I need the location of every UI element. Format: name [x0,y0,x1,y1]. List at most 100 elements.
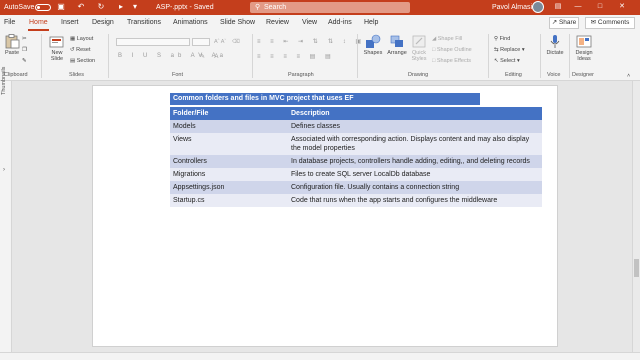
expand-thumbnails-icon[interactable]: › [3,167,5,173]
cut-icon[interactable]: ✂ [22,35,27,43]
table-cell[interactable]: In database projects, controllers handle… [288,155,542,168]
font-size-increase-icon[interactable]: Aˆ Aˇ [214,38,226,46]
search-box[interactable]: ⚲ Search [250,2,410,13]
shape-outline-button[interactable]: □ Shape Outline [432,46,472,54]
dictate-button[interactable]: Dictate [543,34,567,70]
table-cell[interactable]: Code that runs when the app starts and c… [288,194,542,207]
replace-button[interactable]: ⇆ Replace ▾ [494,46,525,54]
paragraph-list-row[interactable]: ≡ ≡ ⇤ ⇥ ⇅ [257,38,322,45]
quick-styles-button[interactable]: Quick Styles [407,34,431,70]
tab-home[interactable]: Home [28,18,49,31]
tab-insert[interactable]: Insert [61,18,79,28]
section-label: Section [76,58,96,64]
redo-icon[interactable]: ↻ [96,2,106,12]
tab-transitions[interactable]: Transitions [127,18,161,28]
share-button[interactable]: ↗ Share [549,17,579,29]
paste-button[interactable]: Paste [0,34,24,70]
thumbnails-pane[interactable]: › [0,81,12,352]
table-cell[interactable]: Startup.cs [170,194,288,207]
thumbnails-label: Thumbnails [1,66,7,95]
find-button[interactable]: ⚲ Find [494,35,510,43]
table-cell[interactable]: Controllers [170,155,288,168]
tab-add-ins[interactable]: Add-ins [328,18,352,28]
ribbon-tabs: File Home Insert Design Transitions Anim… [0,15,640,31]
clipboard-group-label: Clipboard [4,72,28,78]
shape-fill-label: Shape Fill [437,36,463,42]
undo-icon[interactable]: ↶ [76,2,86,12]
paragraph-align-row[interactable]: ≡ ≡ ≡ ≡ ▤ ▤ [257,53,335,60]
font-size-dropdown[interactable] [192,38,210,46]
font-color-row[interactable]: ✎ A [200,53,222,60]
replace-label: Replace [500,47,521,53]
new-slide-button[interactable]: New Slide [45,34,69,70]
table-cell[interactable]: Files to create SQL server LocalDb datab… [288,168,542,181]
autosave-label: AutoSave [4,4,35,11]
shape-outline-label: Shape Outline [436,47,472,53]
arrange-button[interactable]: Arrange [385,34,409,70]
new-slide-icon [49,36,64,48]
copy-icon[interactable]: ❐ [22,46,27,54]
table-cell[interactable]: Associated with corresponding action. Di… [288,133,542,155]
table-cell[interactable]: Configuration file. Usually contains a c… [288,181,542,194]
shape-effects-button[interactable]: □ Shape Effects [432,57,471,65]
table-cell[interactable]: Models [170,120,288,133]
font-family-dropdown[interactable] [116,38,190,46]
editing-group-label: Editing [505,72,522,78]
text-direction-row[interactable]: ⇅ ↕ ▣ [328,38,365,45]
column-header-description[interactable]: Description [288,107,542,120]
tab-slide-show[interactable]: Slide Show [220,18,255,28]
table-cell[interactable]: Appsettings.json [170,181,288,194]
table-row: Controllers In database projects, contro… [170,155,542,168]
section-button[interactable]: ▤ Section [70,57,95,65]
table-row: Migrations Files to create SQL server Lo… [170,168,542,181]
slide-title[interactable]: Common folders and files in MVC project … [170,93,480,105]
layout-button[interactable]: ▦ Layout [70,35,93,43]
autosave-toggle[interactable] [35,4,51,11]
tab-view[interactable]: View [302,18,317,28]
document-title: ASP-.pptx - Saved [156,4,214,11]
group-divider [41,34,42,78]
table-cell[interactable]: Migrations [170,168,288,181]
tab-file[interactable]: File [4,18,15,28]
comments-button[interactable]: ✉ Comments [585,17,635,29]
column-header-folder[interactable]: Folder/File [170,107,288,120]
reset-label: Reset [76,47,91,53]
voice-group-label: Voice [547,72,561,78]
table-cell[interactable]: Views [170,133,288,155]
arrange-label: Arrange [387,50,407,56]
avatar[interactable] [532,1,544,13]
save-icon[interactable]: ▣ [56,2,66,12]
folders-table[interactable]: Folder/File Description Models Defines c… [170,107,542,207]
shape-fill-button[interactable]: ◢ Shape Fill [432,35,462,43]
table-row: Models Defines classes [170,120,542,133]
design-ideas-button[interactable]: Design Ideas [572,34,596,70]
minimize-icon[interactable]: — [572,2,584,12]
drawing-group-label: Drawing [408,72,429,78]
shape-effects-label: Shape Effects [436,58,472,64]
maximize-icon[interactable]: □ [594,2,606,12]
design-ideas-icon [576,35,592,48]
group-divider [540,34,541,78]
tab-help[interactable]: Help [364,18,378,28]
tab-review[interactable]: Review [266,18,289,28]
tab-design[interactable]: Design [92,18,114,28]
collapse-ribbon-icon[interactable]: ˄ [627,72,630,80]
table-cell[interactable]: Defines classes [288,120,542,133]
table-row: Views Associated with corresponding acti… [170,133,542,155]
customize-toolbar-icon[interactable]: ▾ [130,2,140,12]
comments-label: Comments [597,19,630,26]
format-painter-icon[interactable]: ✎ [22,57,27,65]
select-button[interactable]: ↖ Select ▾ [494,57,520,65]
title-bar: AutoSave ▣ ↶ ↻ ▸ ▾ ASP-.pptx - Saved ⚲ S… [0,0,640,15]
table-row: Startup.cs Code that runs when the app s… [170,194,542,207]
close-icon[interactable]: ✕ [616,2,628,12]
vertical-scrollbar[interactable] [632,81,640,352]
ribbon-display-icon[interactable]: ▤ [552,2,564,12]
clear-formatting-icon[interactable]: ⌫ [232,38,240,46]
shapes-button[interactable]: Shapes [361,34,385,70]
scrollbar-thumb[interactable] [634,259,639,277]
start-from-beginning-icon[interactable]: ▸ [116,2,126,12]
new-slide-label: New Slide [50,50,64,62]
reset-button[interactable]: ↺ Reset [70,46,91,54]
tab-animations[interactable]: Animations [173,18,208,28]
